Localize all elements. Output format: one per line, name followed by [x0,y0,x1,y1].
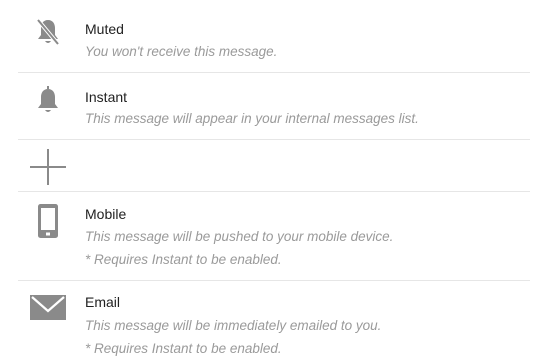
option-title: Email [85,294,121,310]
bell-icon [22,85,74,115]
plus-icon[interactable] [22,149,74,185]
mobile-device-icon [22,203,74,239]
option-title: Mobile [85,206,127,222]
option-description: This message will appear in your interna… [85,111,419,126]
option-description: This message will be pushed to your mobi… [85,229,394,244]
option-note: * Requires Instant to be enabled. [85,252,282,267]
option-muted[interactable]: Muted You won't receive this message. [0,0,537,72]
option-email[interactable]: Email This message will be immediately e… [0,281,537,356]
option-description: You won't receive this message. [85,44,278,59]
notification-options-list: Muted You won't receive this message. In… [0,0,537,356]
option-title: Instant [85,89,128,105]
option-title: Muted [85,21,124,37]
add-option-row[interactable] [0,140,537,191]
muted-bell-icon [22,17,74,47]
option-instant[interactable]: Instant This message will appear in your… [0,73,537,139]
option-mobile[interactable]: Mobile This message will be pushed to yo… [0,192,537,280]
option-description: This message will be immediately emailed… [85,318,382,333]
envelope-icon [22,294,74,321]
